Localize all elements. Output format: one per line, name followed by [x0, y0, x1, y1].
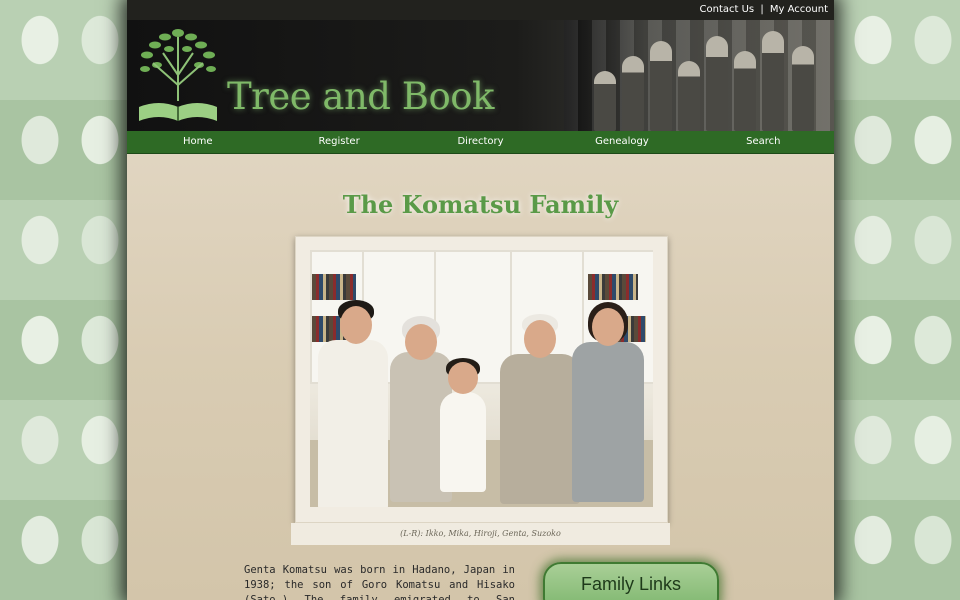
page-container: Contact Us | My Account Tree and Book Ho… [127, 0, 834, 600]
family-photo [310, 250, 653, 507]
tree-and-book-icon[interactable] [135, 23, 221, 127]
family-bio-text: Genta Komatsu was born in Hadano, Japan … [244, 564, 515, 600]
family-photo-frame [295, 236, 668, 523]
utility-bar: Contact Us | My Account [127, 0, 834, 20]
my-account-link[interactable]: My Account [770, 4, 828, 15]
page-title: The Komatsu Family [342, 190, 619, 219]
nav-item-directory[interactable]: Directory [410, 131, 551, 153]
contact-us-link[interactable]: Contact Us [700, 4, 755, 15]
family-links-button[interactable]: Family Links [543, 562, 719, 600]
nav-item-search[interactable]: Search [693, 131, 834, 153]
nav-item-genealogy[interactable]: Genealogy [551, 131, 692, 153]
nav-item-home[interactable]: Home [127, 131, 268, 153]
main-nav: Home Register Directory Genealogy Search [127, 131, 834, 154]
site-header: Tree and Book [127, 20, 834, 131]
background-portraits-left [0, 0, 127, 600]
background-portraits-right [833, 0, 960, 600]
header-family-photo [564, 20, 834, 131]
photo-caption: (L-R): Ikko, Mika, Hiroji, Genta, Suzoko [291, 523, 670, 545]
utility-separator: | [760, 4, 764, 15]
site-title[interactable]: Tree and Book [227, 75, 494, 118]
nav-item-register[interactable]: Register [268, 131, 409, 153]
main-content: The Komatsu Family (L-R): Ikko, Mika, Hi… [127, 154, 834, 600]
